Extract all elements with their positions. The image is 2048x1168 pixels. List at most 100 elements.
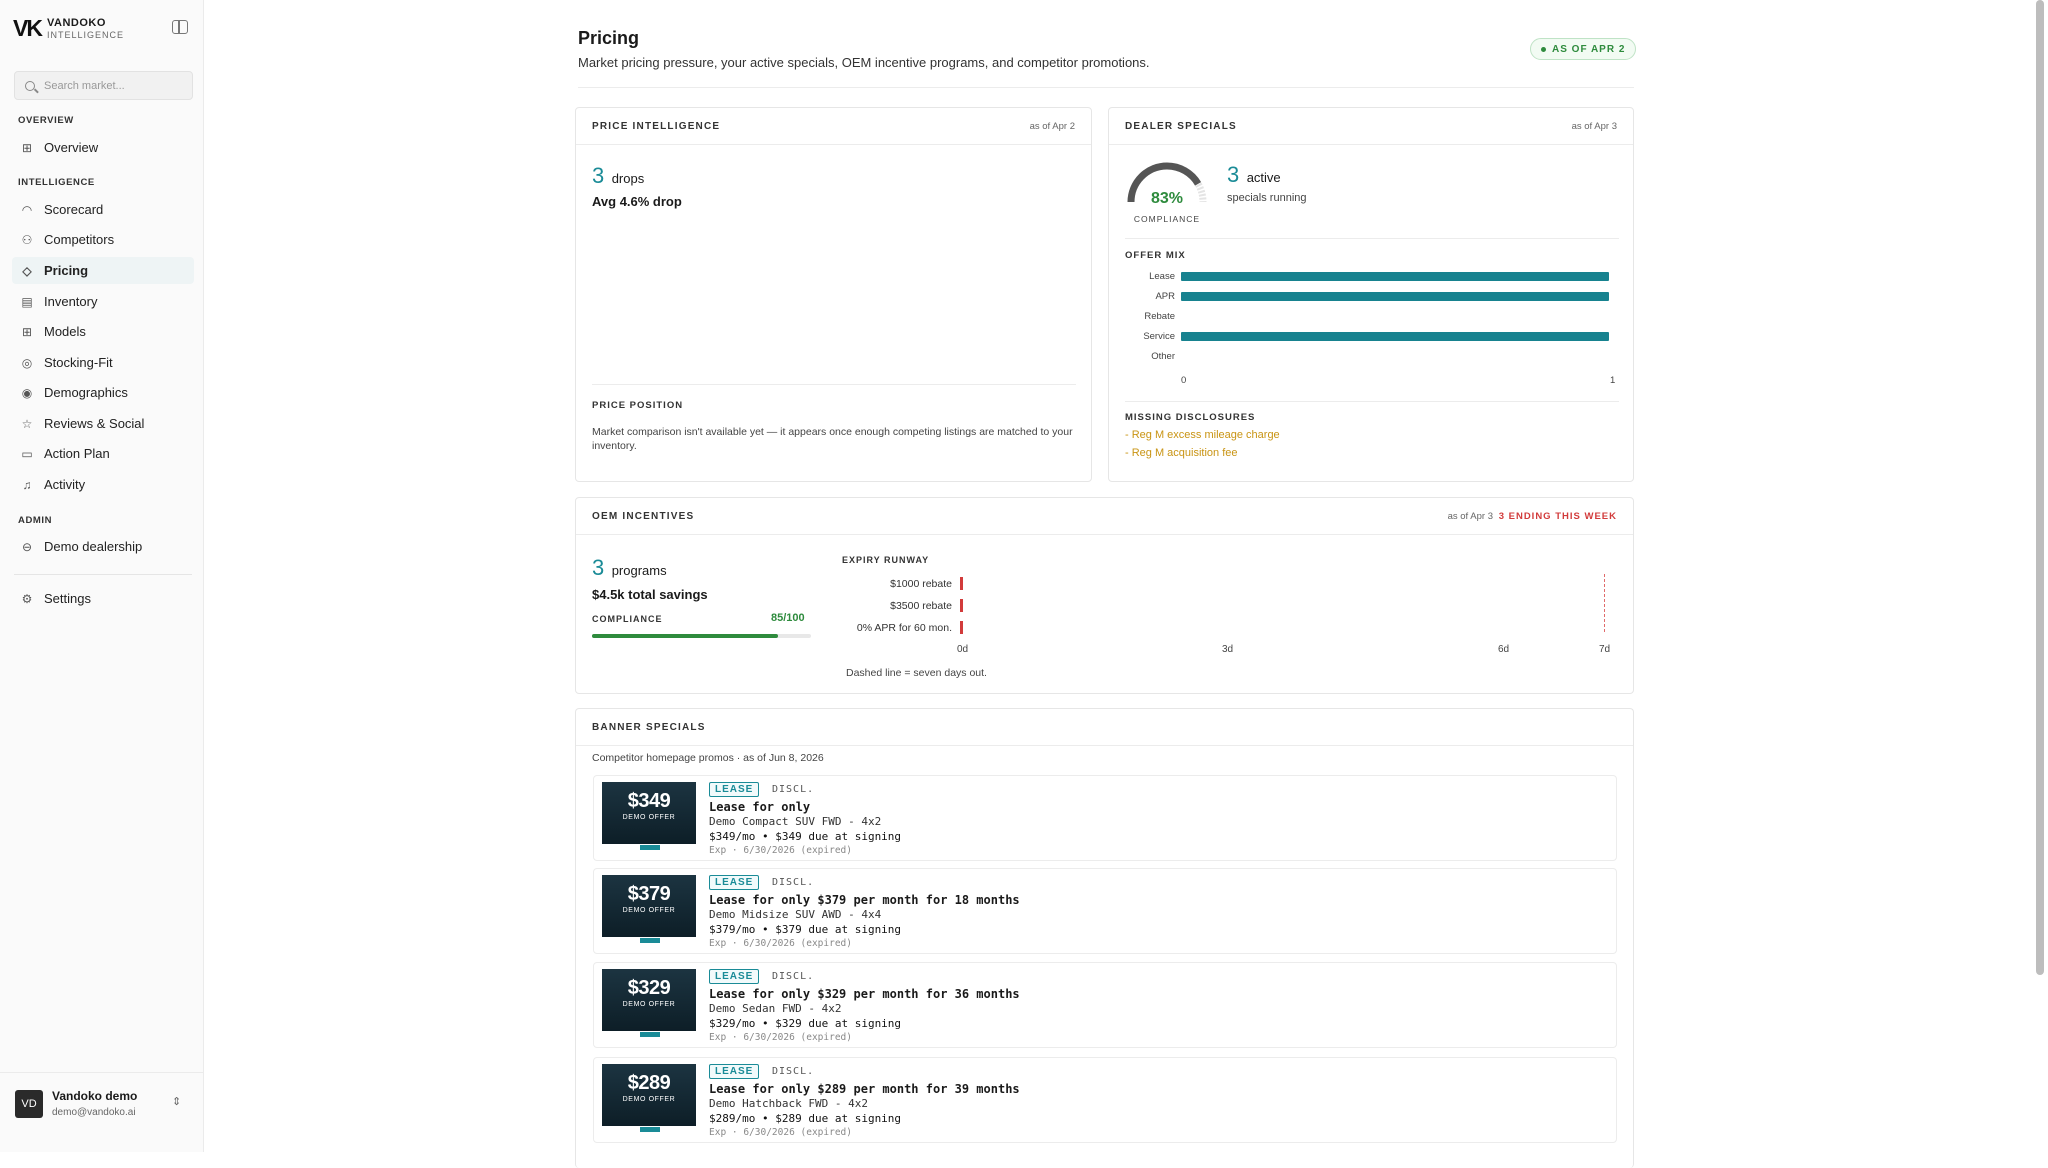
page-subtitle: Market pricing pressure, your active spe… [578,55,1150,70]
offer-mix-label: Rebate [1144,311,1175,322]
thumb-demo: DEMO OFFER [622,907,676,914]
search-box[interactable] [14,71,193,100]
search-input[interactable] [44,79,184,92]
promo-card[interactable]: $289 DEMO OFFER LEASE DISCL. Lease for o… [593,1057,1617,1143]
missing-disclosure-item: - Reg M excess mileage charge [1125,429,1280,441]
promo-title: Lease for only $289 per month for 39 mon… [709,1082,1020,1096]
promo-title: Lease for only [709,800,811,814]
brand-sub: INTELLIGENCE [47,29,125,40]
avatar: VD [15,1090,43,1118]
runway-marker [960,621,963,634]
discl-link[interactable]: DISCL. [772,877,814,888]
promo-card[interactable]: $329 DEMO OFFER LEASE DISCL. Lease for o… [593,962,1617,1048]
sidebar-toggle-icon[interactable] [172,20,188,34]
promo-expiry: Exp · 6/30/2026 (expired) [709,938,852,949]
thumb-accent [640,1032,660,1037]
missing-disclosure-item: - Reg M acquisition fee [1125,447,1238,459]
brand-logo-mark: VK [13,15,43,41]
runway-note: Dashed line = seven days out. [846,667,987,679]
card-timestamp: as of Apr 3 [1447,511,1493,522]
sidebar-item-demo-dealership[interactable]: ⊖ Demo dealership [12,533,194,560]
card-title: BANNER SPECIALS [592,722,706,733]
sidebar-item-label: Models [44,324,86,339]
avg-drop: Avg 4.6% drop [592,194,682,209]
sidebar-item-label: Stocking-Fit [44,355,113,370]
thumb-price: $289 [627,1072,671,1094]
sidebar-item-competitors[interactable]: ⚇ Competitors [12,226,194,253]
promo-model: Demo Compact SUV FWD - 4x2 [709,815,882,828]
section-label-overview: OVERVIEW [18,115,74,126]
sidebar-item-reviews[interactable]: ☆ Reviews & Social [12,410,194,437]
active-label: active [1246,170,1281,185]
lease-badge: LEASE [709,969,760,984]
status-dot-icon [1541,46,1546,52]
price-intelligence-card: PRICE INTELLIGENCE as of Apr 2 3 drops A… [575,107,1092,482]
search-icon [25,80,35,91]
clipboard-icon: ▭ [21,446,33,461]
running-label: specials running [1227,192,1307,204]
card-title: DEALER SPECIALS [1125,121,1237,132]
sidebar: VK VANDOKO INTELLIGENCE OVERVIEW ⊞ Overv… [0,0,204,1152]
status-badge-label: AS OF APR 2 [1552,43,1626,55]
sidebar-item-scorecard[interactable]: ◠ Scorecard [12,196,194,223]
axis-tick-min: 0 [1181,375,1187,386]
thumb-price: $329 [627,977,671,999]
sidebar-item-models[interactable]: ⊞ Models [12,318,194,345]
offer-mix-bar [1181,332,1609,341]
promo-title: Lease for only $379 per month for 18 mon… [709,893,1020,907]
section-label-intelligence: INTELLIGENCE [18,177,95,188]
scrollbar-thumb[interactable] [2036,0,2044,975]
promo-model: Demo Hatchback FWD - 4x2 [709,1097,868,1110]
sidebar-item-label: Reviews & Social [44,416,145,431]
card-divider [592,384,1076,385]
thumb-price: $379 [627,883,671,905]
offer-mix-label: Service [1143,331,1175,342]
discl-link[interactable]: DISCL. [772,971,814,982]
programs-count: 3 [592,555,605,580]
user-email: demo@vandoko.ai [52,1107,136,1118]
runway-label: $1000 rebate [890,578,952,590]
dealer-specials-card: DEALER SPECIALS as of Apr 3 83% COMPLIAN… [1108,107,1634,482]
brand[interactable]: VK VANDOKO INTELLIGENCE [13,15,124,42]
sidebar-item-stocking-fit[interactable]: ◎ Stocking-Fit [12,349,194,376]
offer-mix-chart: 0 1 Lease APR Rebate Service Other [1125,270,1619,390]
promo-thumbnail: $349 DEMO OFFER [602,782,696,850]
sidebar-item-label: Demo dealership [44,539,143,554]
thumb-accent [640,1127,660,1132]
sidebar-item-settings[interactable]: ⚙ Settings [12,585,194,612]
compliance-progress-fill [592,634,779,638]
runway-marker [960,577,963,590]
promo-model: Demo Midsize SUV AWD - 4x4 [709,908,882,921]
status-badge: AS OF APR 2 [1530,38,1637,60]
card-timestamp: as of Apr 3 [1571,121,1617,132]
axis-tick: 7d [1599,644,1611,655]
sidebar-item-action-plan[interactable]: ▭ Action Plan [12,440,194,467]
promo-card[interactable]: $349 DEMO OFFER LEASE DISCL. Lease for o… [593,775,1617,861]
sidebar-item-overview[interactable]: ⊞ Overview [12,134,194,161]
sidebar-item-activity[interactable]: ♫ Activity [12,471,194,498]
sidebar-item-label: Competitors [44,232,115,247]
promo-terms: $379/mo • $379 due at signing [709,923,902,936]
sidebar-item-demographics[interactable]: ◉ Demographics [12,379,194,406]
chevron-updown-icon[interactable]: ⇕ [172,1095,181,1108]
price-position-title: PRICE POSITION [592,400,684,411]
offer-mix-bar [1181,292,1609,301]
active-count: 3 [1227,162,1240,187]
car-icon: ▤ [21,294,33,309]
target-icon: ◎ [21,355,33,370]
card-timestamp: as of Apr 2 [1029,121,1075,132]
user-menu[interactable]: VD Vandoko demo demo@vandoko.ai ⇕ [0,1072,204,1152]
promo-model: Demo Sedan FWD - 4x2 [709,1002,842,1015]
promo-terms: $329/mo • $329 due at signing [709,1017,902,1030]
section-label-admin: ADMIN [18,515,53,526]
page-title: Pricing [578,28,640,48]
discl-link[interactable]: DISCL. [772,1066,814,1077]
thumb-demo: DEMO OFFER [622,814,676,821]
offer-mix-title: OFFER MIX [1125,250,1186,261]
promo-expiry: Exp · 6/30/2026 (expired) [709,1127,852,1138]
sidebar-item-label: Scorecard [44,202,104,217]
discl-link[interactable]: DISCL. [772,784,814,795]
sidebar-item-pricing[interactable]: ◇ Pricing [12,257,194,284]
sidebar-item-inventory[interactable]: ▤ Inventory [12,288,194,315]
promo-card[interactable]: $379 DEMO OFFER LEASE DISCL. Lease for o… [593,868,1617,954]
